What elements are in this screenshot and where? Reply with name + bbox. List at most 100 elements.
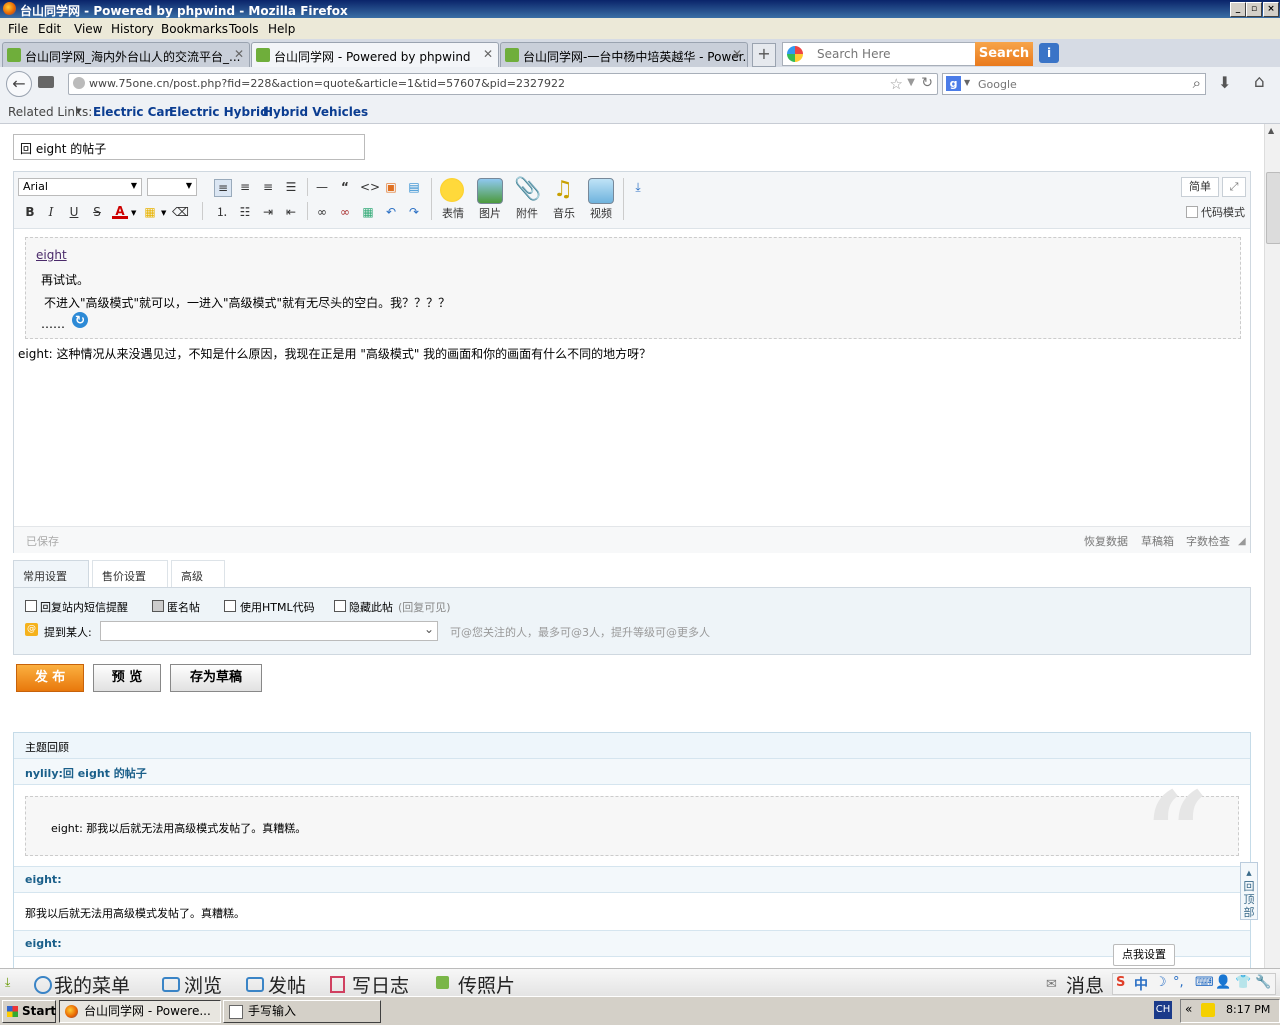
italic-icon[interactable]: I	[43, 204, 59, 220]
menu-bookmarks[interactable]: Bookmarks	[161, 22, 228, 36]
align-right-icon[interactable]: ≡	[260, 179, 276, 195]
keyboard-icon[interactable]: ⌨	[1195, 975, 1214, 990]
hide-post-checkbox[interactable]	[334, 600, 346, 612]
close-button[interactable]: ×	[1263, 2, 1279, 17]
html-code-checkbox[interactable]	[224, 600, 236, 612]
browse-button[interactable]: 浏览	[184, 971, 222, 998]
word-count-link[interactable]: 字数检查	[1186, 533, 1230, 549]
user-icon[interactable]: 👤	[1215, 975, 1231, 990]
toolbar-search-input[interactable]	[815, 45, 969, 63]
messages-button[interactable]: 消息	[1066, 971, 1104, 998]
double-chevron-down-icon[interactable]: ⌄	[424, 622, 434, 636]
reply-text[interactable]: eight: 这种情况从来没遇见过，不知是什么原因，我现在正是用 "高级模式" …	[18, 345, 651, 362]
search-engine-icon[interactable]	[787, 46, 803, 62]
redo-icon[interactable]: ↷	[406, 204, 422, 220]
minimize-button[interactable]: _	[1230, 2, 1246, 17]
align-left-icon[interactable]: ≡	[214, 179, 232, 197]
horizontal-rule-icon[interactable]: —	[314, 179, 330, 195]
write-diary-button[interactable]: 写日志	[352, 971, 409, 998]
tab-common-settings[interactable]: 常用设置	[13, 560, 89, 588]
image-icon[interactable]	[477, 178, 503, 204]
punctuation-icon[interactable]: °,	[1173, 975, 1184, 990]
attachment-icon[interactable]: 📎	[514, 178, 541, 202]
my-menu-button[interactable]: 我的菜单	[54, 971, 130, 998]
moon-icon[interactable]: ☽	[1155, 975, 1167, 990]
menu-tools[interactable]: Tools	[229, 22, 259, 36]
unordered-list-icon[interactable]: ☷	[237, 204, 253, 220]
save-draft-button[interactable]: 存为草稿	[170, 664, 262, 692]
font-family-select[interactable]: Arial ▼	[18, 178, 142, 196]
align-center-icon[interactable]: ≡	[237, 179, 253, 195]
subject-input[interactable]: 回 eight 的帖子	[13, 134, 365, 160]
maximize-button[interactable]: ▫	[1246, 2, 1262, 17]
skin-icon[interactable]: 👕	[1235, 975, 1251, 990]
menu-file[interactable]: File	[8, 22, 28, 36]
google-icon[interactable]: g	[946, 76, 961, 91]
scroll-up-icon[interactable]: ▲	[1268, 126, 1274, 135]
magnifier-icon[interactable]: ⌕	[1193, 74, 1201, 92]
emoticon-icon[interactable]	[440, 178, 464, 202]
engine-dropdown-icon[interactable]: ▼	[964, 78, 970, 87]
chevron-down-icon[interactable]: ▼	[161, 209, 166, 217]
tab-3[interactable]: 台山同学网-一台中杨中培英越华 - Power... ✕	[500, 42, 748, 67]
tab-advanced[interactable]: 高级	[171, 560, 225, 587]
font-size-select[interactable]: ▼	[147, 178, 197, 196]
related-link-electric-car[interactable]: Electric Car	[93, 105, 170, 119]
new-tab-button[interactable]: +	[752, 43, 776, 67]
clipboard-icon[interactable]: ▣	[383, 179, 399, 195]
chevron-down-icon[interactable]: ▼	[131, 209, 136, 217]
task-handwriting[interactable]: 手写输入	[223, 1000, 381, 1023]
address-bar[interactable]: www.75one.cn/post.php?fid=228&action=quo…	[68, 73, 938, 95]
wrench-icon[interactable]: 🔧	[1255, 975, 1271, 990]
restore-data-link[interactable]: 恢复数据	[1084, 533, 1128, 549]
fullscreen-icon[interactable]: ⤢	[1222, 177, 1246, 197]
ordered-list-icon[interactable]: ⒈	[214, 204, 230, 220]
related-link-hybrid-vehicles[interactable]: Hybrid Vehicles	[263, 105, 368, 119]
tab-1[interactable]: 台山同学网_海内外台山人的交流平台_... ✕	[2, 42, 250, 67]
resize-handle-icon[interactable]: ◢	[1238, 536, 1246, 547]
tray-app-icon[interactable]	[1201, 1003, 1215, 1017]
back-to-top-button[interactable]: ▲ 回顶部	[1240, 862, 1258, 920]
home-icon[interactable]: ⌂	[1254, 72, 1265, 92]
menu-history[interactable]: History	[111, 22, 154, 36]
tab-2[interactable]: 台山同学网 - Powered by phpwind ✕	[251, 42, 499, 68]
tab-close-icon[interactable]: ✕	[234, 47, 244, 61]
paste-word-icon[interactable]: ▤	[406, 179, 422, 195]
chinese-mode-icon[interactable]: 中	[1134, 974, 1148, 994]
start-button[interactable]: Start	[2, 1000, 56, 1023]
related-link-electric-hybrid[interactable]: Electric Hybrid	[169, 105, 269, 119]
upload-photo-button[interactable]: 传照片	[458, 971, 515, 998]
code-icon[interactable]: <>	[360, 179, 380, 195]
info-icon[interactable]: i	[1039, 43, 1059, 63]
reload-icon[interactable]: ↻	[921, 75, 933, 91]
google-search-input[interactable]	[976, 76, 1180, 93]
outdent-icon[interactable]: ⇤	[283, 204, 299, 220]
post-button[interactable]: 发帖	[268, 971, 306, 998]
publish-button[interactable]: 发 布	[16, 664, 84, 692]
google-search-box[interactable]: g ▼ ⌕	[942, 73, 1206, 95]
bold-icon[interactable]: B	[22, 204, 38, 220]
undo-icon[interactable]: ↶	[383, 204, 399, 220]
dropdown-arrow-icon[interactable]: ▼	[907, 77, 915, 88]
simple-mode-button[interactable]: 简单	[1181, 177, 1219, 197]
mention-input[interactable]: ⌄	[100, 621, 438, 641]
vertical-scrollbar[interactable]: ▲	[1264, 124, 1280, 968]
code-mode-checkbox[interactable]	[1186, 206, 1198, 218]
text-color-icon[interactable]: A	[112, 203, 128, 219]
sms-notify-checkbox[interactable]	[25, 600, 37, 612]
table-icon[interactable]: ▦	[360, 204, 376, 220]
back-to-post-icon[interactable]: ↻	[72, 312, 88, 328]
tab-close-icon[interactable]: ✕	[732, 47, 742, 61]
folder-icon[interactable]	[38, 76, 54, 88]
menu-help[interactable]: Help	[268, 22, 295, 36]
anonymous-checkbox[interactable]	[152, 600, 164, 612]
video-icon[interactable]	[588, 178, 614, 204]
sogou-icon[interactable]: S	[1116, 975, 1125, 990]
language-indicator[interactable]: CH	[1154, 1001, 1172, 1019]
align-justify-icon[interactable]: ☰	[283, 179, 299, 195]
back-button[interactable]: ←	[6, 71, 32, 97]
quote-icon[interactable]: “	[337, 179, 353, 195]
task-firefox[interactable]: 台山同学网 - Powere...	[59, 1000, 221, 1023]
download-icon[interactable]: ⬇	[1218, 73, 1231, 92]
preview-button[interactable]: 预 览	[93, 664, 161, 692]
